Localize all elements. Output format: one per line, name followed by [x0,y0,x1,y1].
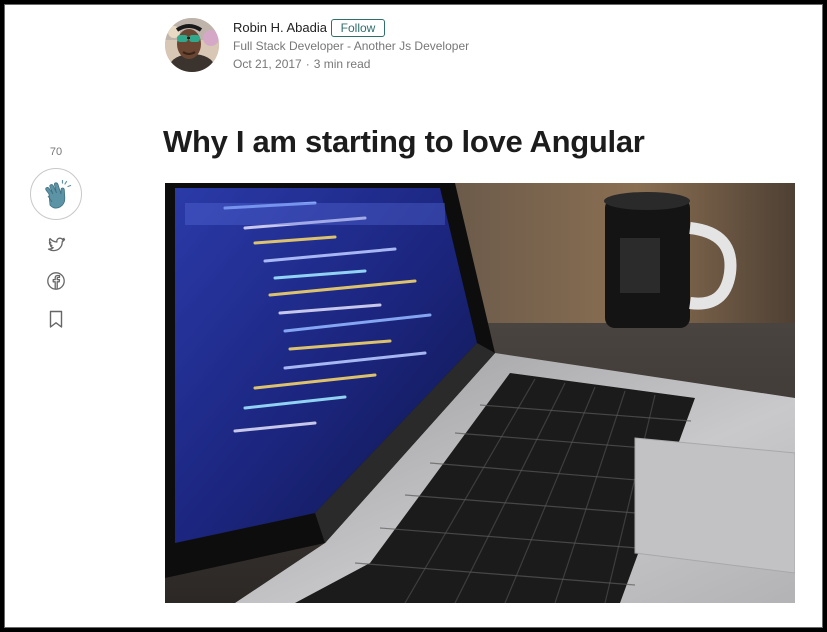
hero-image [165,183,795,603]
author-avatar[interactable] [165,18,219,72]
post-date[interactable]: Oct 21, 2017 [233,57,302,71]
read-time: 3 min read [313,57,371,71]
article-title: Why I am starting to love Angular [163,123,645,159]
twitter-icon[interactable] [46,235,66,255]
author-name[interactable]: Robin H. Abadia [233,20,327,35]
clap-count: 70 [49,146,63,158]
laptop-photo [165,183,795,603]
follow-button[interactable]: Follow [331,19,385,37]
bookmark-icon[interactable] [46,309,66,329]
post-meta: Oct 21, 2017 · 3 min read [233,57,370,71]
clap-icon [45,180,71,209]
avatar-photo [165,18,219,72]
meta-separator: · [305,57,310,71]
clap-button[interactable] [30,168,82,220]
author-bio: Full Stack Developer - Another Js Develo… [233,39,470,53]
facebook-icon[interactable] [46,271,66,291]
